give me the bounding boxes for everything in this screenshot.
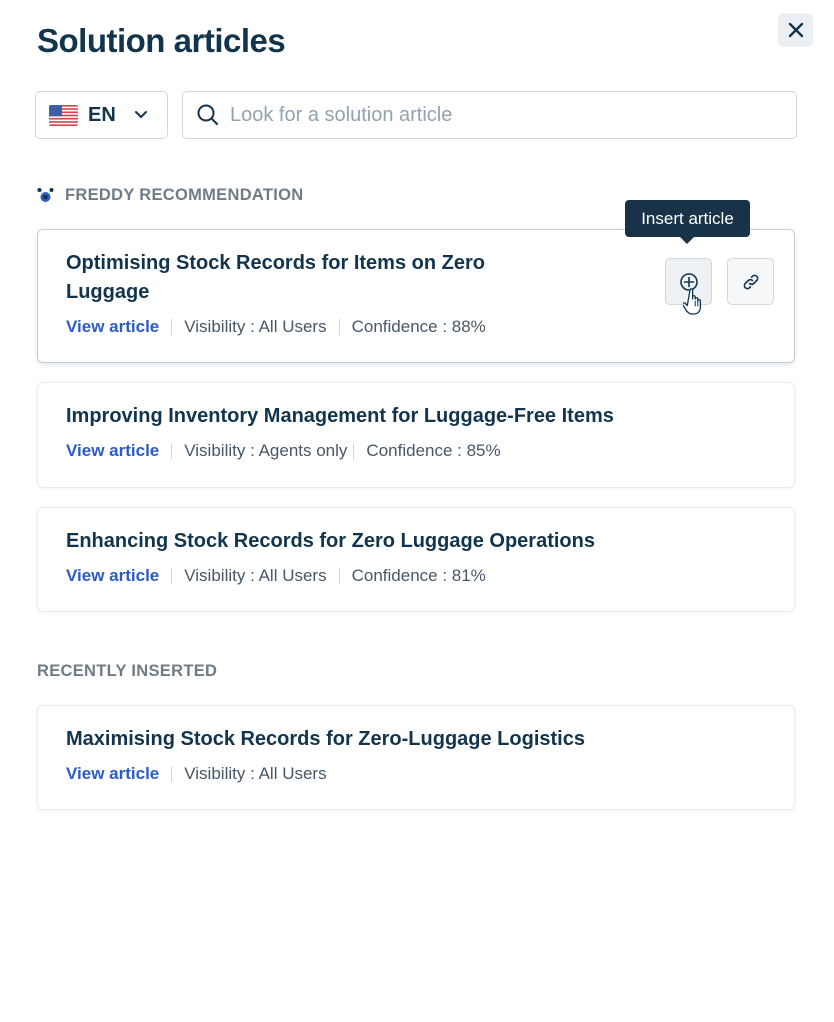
visibility-text: Visibility : All Users <box>184 764 327 783</box>
divider <box>171 568 173 584</box>
insert-article-tooltip: Insert article <box>625 200 750 244</box>
visibility-text: Visibility : All Users <box>184 317 327 336</box>
visibility-text: Visibility : Agents only <box>184 441 348 460</box>
article-meta: View article Visibility : All Users Conf… <box>66 317 766 337</box>
article-title: Maximising Stock Records for Zero-Luggag… <box>66 728 585 750</box>
section-label-text: RECENTLY INSERTED <box>37 662 218 680</box>
language-code: EN <box>88 103 116 126</box>
article-title: Optimising Stock Records for Items on Ze… <box>66 252 485 303</box>
link-icon <box>743 274 758 289</box>
search-icon <box>197 104 218 125</box>
article-card[interactable]: Maximising Stock Records for Zero-Luggag… <box>37 705 795 810</box>
freddy-ai-icon <box>37 188 54 202</box>
freddy-recommendation-heading: FREDDY RECOMMENDATION <box>37 186 304 205</box>
language-dropdown[interactable]: EN <box>35 91 168 139</box>
visibility-text: Visibility : All Users <box>184 566 327 585</box>
divider <box>338 319 340 335</box>
close-button[interactable] <box>778 13 813 47</box>
divider <box>338 568 340 584</box>
confidence-text: Confidence : 85% <box>366 441 501 460</box>
divider <box>171 443 173 459</box>
article-card[interactable]: Improving Inventory Management for Lugga… <box>37 382 795 488</box>
view-article-link[interactable]: View article <box>66 441 159 461</box>
close-icon <box>788 22 803 38</box>
article-meta: View article Visibility : Agents only Co… <box>66 441 766 461</box>
page-title: Solution articles <box>37 22 286 59</box>
chevron-down-icon <box>134 111 147 118</box>
divider <box>171 766 173 782</box>
view-article-link[interactable]: View article <box>66 317 159 337</box>
confidence-text: Confidence : 81% <box>351 566 486 585</box>
divider <box>171 319 173 335</box>
copy-link-button[interactable] <box>727 258 774 305</box>
article-title: Enhancing Stock Records for Zero Luggage… <box>66 530 595 552</box>
view-article-link[interactable]: View article <box>66 764 159 784</box>
article-meta: View article Visibility : All Users Conf… <box>66 566 766 586</box>
divider <box>353 443 355 459</box>
search-box[interactable] <box>182 91 797 139</box>
section-label-text: FREDDY RECOMMENDATION <box>65 186 304 204</box>
article-card[interactable]: Enhancing Stock Records for Zero Luggage… <box>37 507 795 612</box>
recently-inserted-heading: RECENTLY INSERTED <box>37 662 217 681</box>
article-title: Improving Inventory Management for Lugga… <box>66 405 614 427</box>
view-article-link[interactable]: View article <box>66 566 159 586</box>
search-input[interactable] <box>230 103 770 127</box>
confidence-text: Confidence : 88% <box>351 317 486 336</box>
us-flag-icon <box>49 104 78 126</box>
hand-cursor-icon <box>683 288 702 315</box>
article-meta: View article Visibility : All Users <box>66 764 766 784</box>
